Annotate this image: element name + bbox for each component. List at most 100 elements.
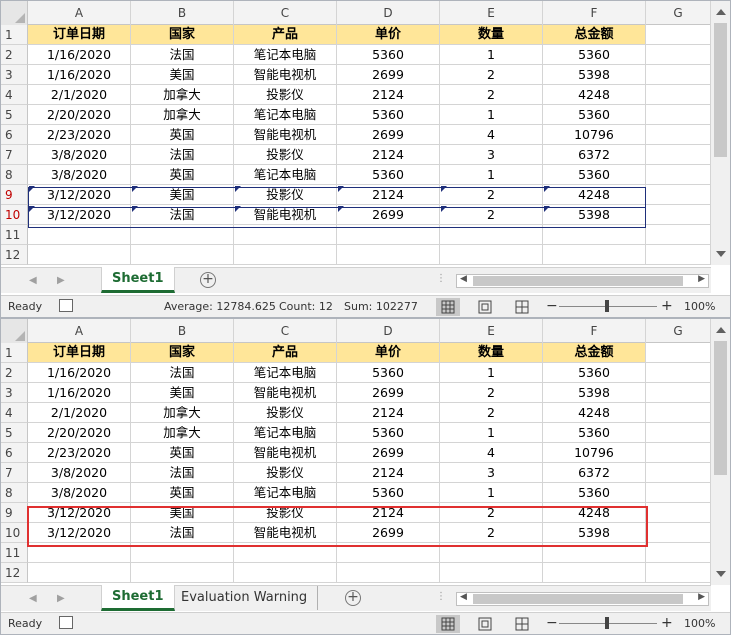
- horizontal-scroll-thumb[interactable]: [473, 594, 683, 604]
- table-cell[interactable]: 2699: [337, 443, 440, 463]
- table-cell[interactable]: 法国: [131, 463, 234, 483]
- scroll-left-icon[interactable]: ◀: [460, 274, 467, 284]
- row-header-5[interactable]: 5: [1, 105, 28, 125]
- header-cell[interactable]: 订单日期: [28, 343, 131, 363]
- empty-cell[interactable]: [234, 563, 337, 583]
- table-cell[interactable]: 1: [440, 105, 543, 125]
- table-cell[interactable]: 5360: [543, 45, 646, 65]
- zoom-in-icon[interactable]: +: [661, 298, 673, 314]
- table-cell[interactable]: 1: [440, 363, 543, 383]
- header-cell[interactable]: 总金额: [543, 25, 646, 45]
- tab-sheet1[interactable]: Sheet1: [101, 585, 175, 611]
- table-cell[interactable]: 2124: [337, 85, 440, 105]
- table-cell[interactable]: 投影仪: [234, 463, 337, 483]
- empty-cell[interactable]: [28, 245, 131, 265]
- table-cell[interactable]: 3: [440, 145, 543, 165]
- table-cell[interactable]: 5360: [337, 483, 440, 503]
- table-cell[interactable]: 2: [440, 65, 543, 85]
- table-cell[interactable]: 5360: [543, 105, 646, 125]
- scroll-right-icon[interactable]: ▶: [698, 274, 705, 284]
- empty-cell[interactable]: [543, 563, 646, 583]
- table-cell[interactable]: 2124: [337, 463, 440, 483]
- table-cell[interactable]: 笔记本电脑: [234, 45, 337, 65]
- table-cell[interactable]: 5360: [337, 165, 440, 185]
- row-header-6[interactable]: 6: [1, 125, 28, 145]
- header-cell[interactable]: 数量: [440, 343, 543, 363]
- table-cell[interactable]: 美国: [131, 65, 234, 85]
- scroll-up-icon[interactable]: [716, 9, 726, 15]
- empty-cell[interactable]: [543, 225, 646, 245]
- table-cell[interactable]: 2/1/2020: [28, 85, 131, 105]
- empty-cell[interactable]: [543, 245, 646, 265]
- empty-cell[interactable]: [646, 563, 711, 583]
- table-cell[interactable]: 笔记本电脑: [234, 363, 337, 383]
- zoom-slider-thumb[interactable]: [605, 617, 609, 629]
- table-cell[interactable]: 5360: [543, 165, 646, 185]
- macro-record-icon[interactable]: [59, 616, 73, 629]
- empty-cell[interactable]: [646, 363, 711, 383]
- header-cell[interactable]: 产品: [234, 343, 337, 363]
- header-cell[interactable]: 数量: [440, 25, 543, 45]
- table-cell[interactable]: 2124: [337, 403, 440, 423]
- table-cell[interactable]: 加拿大: [131, 105, 234, 125]
- row-header-12[interactable]: 12: [1, 563, 28, 583]
- table-cell[interactable]: 6372: [543, 463, 646, 483]
- table-cell[interactable]: 智能电视机: [234, 65, 337, 85]
- table-cell[interactable]: 5398: [543, 383, 646, 403]
- table-cell[interactable]: 1/16/2020: [28, 65, 131, 85]
- column-header-b[interactable]: B: [131, 1, 234, 25]
- row-header-8[interactable]: 8: [1, 483, 28, 503]
- empty-cell[interactable]: [646, 423, 711, 443]
- add-sheet-icon[interactable]: +: [345, 590, 361, 606]
- empty-cell[interactable]: [646, 45, 711, 65]
- page-break-view-icon[interactable]: [510, 298, 534, 316]
- row-header-9[interactable]: 9: [1, 503, 28, 523]
- table-cell[interactable]: 2: [440, 85, 543, 105]
- zoom-out-icon[interactable]: −: [546, 615, 558, 631]
- empty-cell[interactable]: [646, 463, 711, 483]
- empty-cell[interactable]: [337, 245, 440, 265]
- column-header-f[interactable]: F: [543, 319, 646, 343]
- table-cell[interactable]: 法国: [131, 363, 234, 383]
- column-header-a[interactable]: A: [28, 319, 131, 343]
- table-cell[interactable]: 2: [440, 383, 543, 403]
- table-cell[interactable]: 5360: [337, 45, 440, 65]
- empty-cell[interactable]: [646, 225, 711, 245]
- table-cell[interactable]: 英国: [131, 443, 234, 463]
- row-header-1[interactable]: 1: [1, 343, 28, 363]
- vertical-scroll-thumb[interactable]: [714, 23, 727, 157]
- table-cell[interactable]: 10796: [543, 125, 646, 145]
- row-header-3[interactable]: 3: [1, 65, 28, 85]
- row-header-12[interactable]: 12: [1, 245, 28, 265]
- table-cell[interactable]: 英国: [131, 165, 234, 185]
- row-header-7[interactable]: 7: [1, 463, 28, 483]
- empty-cell[interactable]: [646, 503, 711, 523]
- table-cell[interactable]: 1: [440, 423, 543, 443]
- table-cell[interactable]: 加拿大: [131, 403, 234, 423]
- tab-next-icon[interactable]: ▶: [57, 593, 65, 604]
- table-cell[interactable]: 5360: [543, 423, 646, 443]
- empty-cell[interactable]: [646, 105, 711, 125]
- table-cell[interactable]: 笔记本电脑: [234, 483, 337, 503]
- empty-cell[interactable]: [646, 523, 711, 543]
- empty-cell[interactable]: [646, 543, 711, 563]
- table-cell[interactable]: 3/8/2020: [28, 145, 131, 165]
- row-header-6[interactable]: 6: [1, 443, 28, 463]
- select-all-corner[interactable]: [1, 319, 28, 343]
- scroll-down-icon[interactable]: [716, 571, 726, 577]
- empty-cell[interactable]: [646, 125, 711, 145]
- tab-sheet1[interactable]: Sheet1: [101, 267, 175, 293]
- empty-cell[interactable]: [646, 145, 711, 165]
- table-cell[interactable]: 2/1/2020: [28, 403, 131, 423]
- empty-cell[interactable]: [646, 85, 711, 105]
- table-cell[interactable]: 3: [440, 463, 543, 483]
- empty-cell[interactable]: [646, 443, 711, 463]
- zoom-out-icon[interactable]: −: [546, 298, 558, 314]
- column-header-d[interactable]: D: [337, 1, 440, 25]
- table-cell[interactable]: 笔记本电脑: [234, 423, 337, 443]
- normal-view-icon[interactable]: [436, 298, 460, 316]
- normal-view-icon[interactable]: [436, 615, 460, 633]
- vertical-scrollbar[interactable]: [710, 1, 730, 265]
- table-cell[interactable]: 5360: [543, 483, 646, 503]
- table-cell[interactable]: 3/8/2020: [28, 483, 131, 503]
